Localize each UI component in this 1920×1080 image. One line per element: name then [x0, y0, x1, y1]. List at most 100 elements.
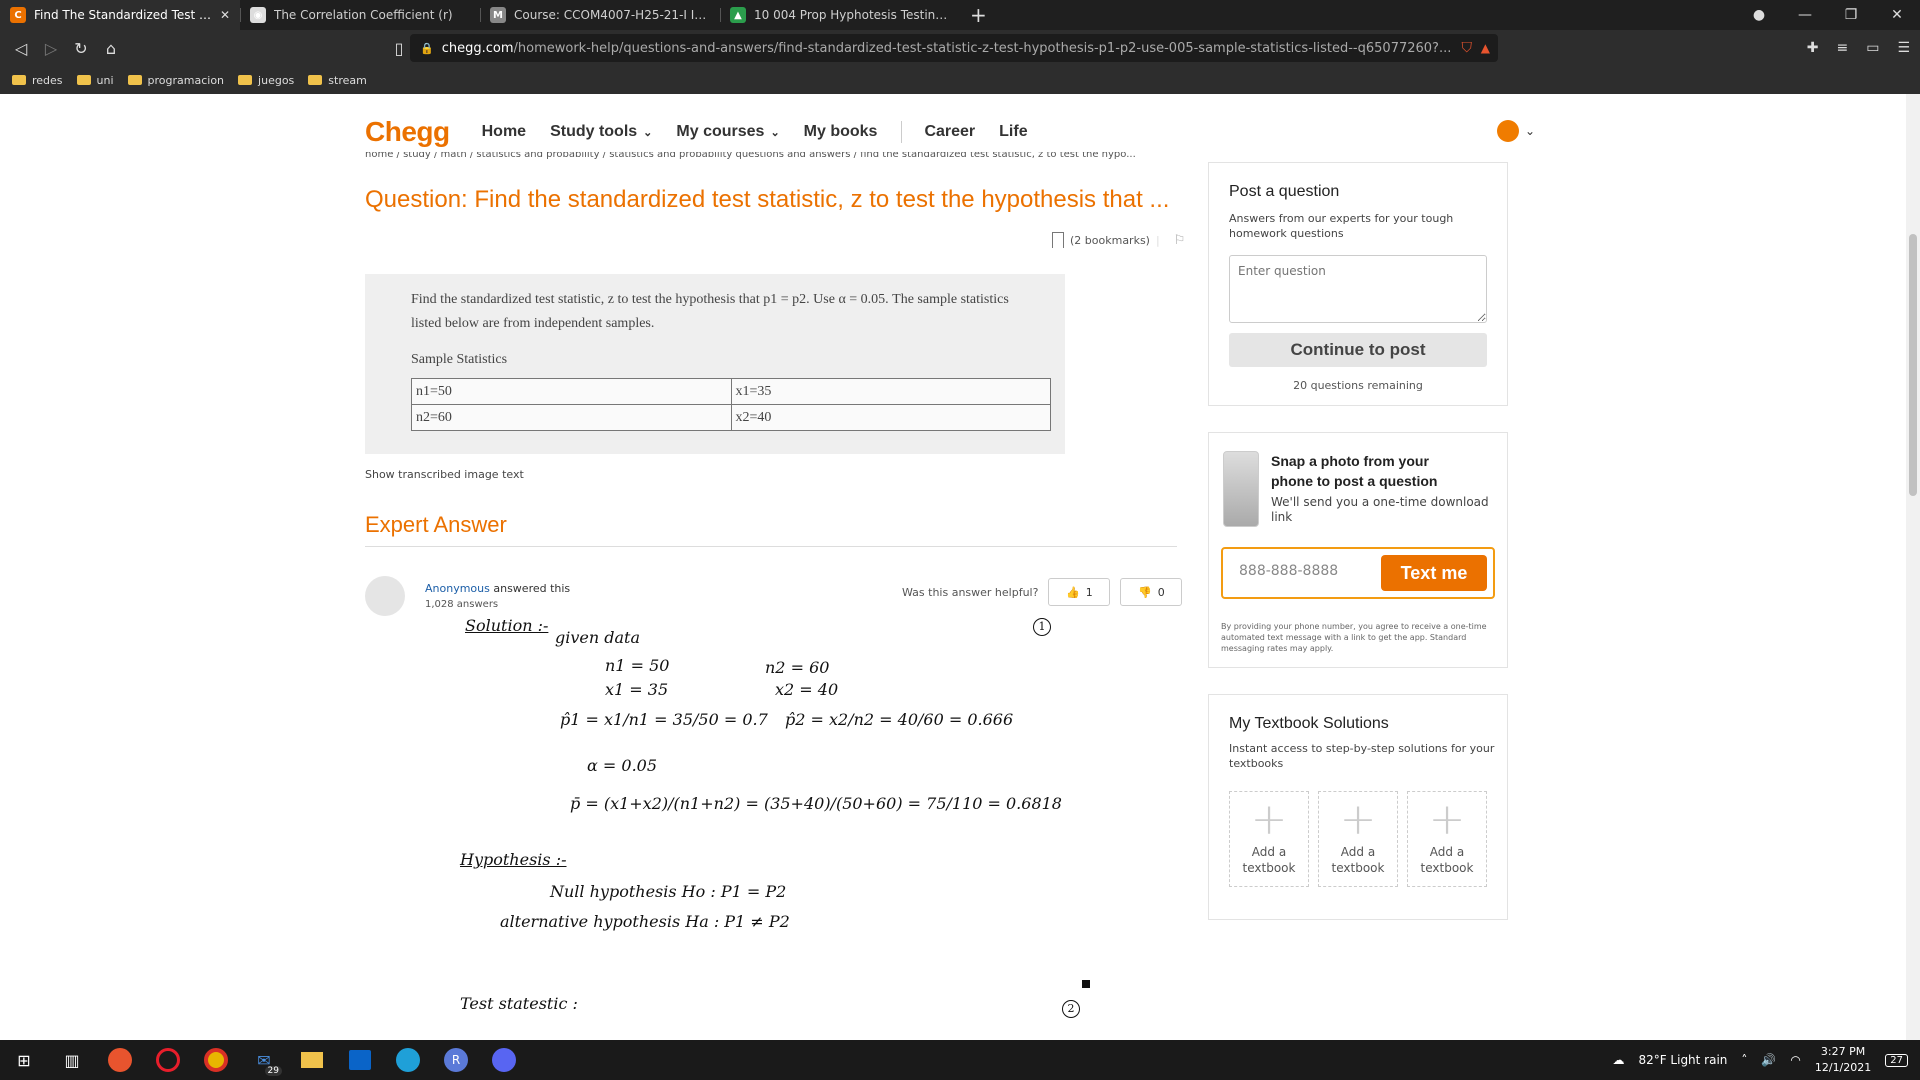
- notifications-badge[interactable]: 27: [1885, 1053, 1908, 1067]
- file-explorer-icon[interactable]: [288, 1040, 336, 1080]
- weather-text[interactable]: 82°F Light rain: [1638, 1053, 1727, 1067]
- bookmark-folder[interactable]: uni: [76, 74, 114, 87]
- folder-icon: [127, 75, 142, 85]
- show-transcribed-link[interactable]: Show transcribed image text: [365, 468, 524, 481]
- nav-link-label: Study tools: [550, 123, 638, 140]
- upvote-count: 1: [1085, 585, 1093, 599]
- downvote-count: 0: [1157, 585, 1165, 599]
- continue-to-post-button[interactable]: Continue to post: [1229, 333, 1487, 367]
- nav-link[interactable]: Home: [482, 123, 526, 141]
- url-host: chegg.com: [441, 40, 514, 56]
- answerer-name-link[interactable]: Anonymous: [425, 582, 490, 595]
- plus-icon: +: [1339, 794, 1377, 845]
- scrollbar-thumb[interactable]: [1909, 234, 1917, 496]
- profile-icon[interactable]: ●: [1736, 7, 1782, 23]
- nav-link[interactable]: Career: [924, 123, 975, 141]
- clock[interactable]: 3:27 PM 12/1/2021: [1815, 1044, 1871, 1076]
- breadcrumb[interactable]: home / study / math / statistics and pro…: [365, 152, 1175, 164]
- chegg-icon: C: [10, 7, 26, 23]
- mail-icon[interactable]: ✉ 29: [240, 1040, 288, 1080]
- clock-time: 3:27 PM: [1820, 1045, 1866, 1058]
- user-menu[interactable]: ⌄: [1496, 120, 1535, 142]
- wifi-icon[interactable]: ◠: [1790, 1053, 1800, 1067]
- expert-answer-heading: Expert Answer: [365, 512, 507, 537]
- brave-shield-icon[interactable]: ⛉: [1462, 40, 1473, 56]
- hw-hypothesis: Hypothesis :-: [460, 850, 567, 869]
- bookmark-icon[interactable]: [1052, 232, 1064, 248]
- globe-icon: ◉: [250, 7, 266, 23]
- extensions-icon[interactable]: ✚: [1807, 40, 1819, 56]
- url-path: /homework-help/questions-and-answers/fin…: [513, 40, 1452, 56]
- thumbs-up-button[interactable]: 👍 1: [1048, 578, 1111, 606]
- bookmark-label: juegos: [258, 73, 295, 87]
- hw-pooled: p̄ = (x1+x2)/(n1+n2) = (35+40)/(50+60) =…: [570, 794, 1062, 813]
- browser-toolbar: ◁ ▷ ↻ ⌂ ▯ 🔒 chegg.com/homework-help/ques…: [0, 30, 1920, 66]
- add-textbook-slot[interactable]: + Add a textbook: [1318, 791, 1398, 887]
- mark: [1082, 980, 1090, 988]
- folder-icon: [12, 75, 26, 85]
- edge-icon[interactable]: [384, 1040, 432, 1080]
- browser-tab[interactable]: M Course: CCOM4007-H25-21-I Introduc: [480, 0, 720, 30]
- browser-tab[interactable]: C Find The Standardized Test Statisti ✕: [0, 0, 240, 30]
- opera-icon[interactable]: [144, 1040, 192, 1080]
- add-textbook-slot[interactable]: + Add a textbook: [1407, 791, 1487, 887]
- brave-rewards-icon[interactable]: ▲: [1481, 41, 1490, 55]
- table-cell: n2=60: [411, 404, 732, 431]
- restore-button[interactable]: ❐: [1828, 7, 1874, 23]
- new-tab-button[interactable]: +: [970, 3, 987, 27]
- back-icon[interactable]: ◁: [6, 39, 36, 58]
- close-tab-icon[interactable]: ✕: [220, 8, 230, 22]
- table-cell: n1=50: [411, 378, 732, 405]
- clock-date: 12/1/2021: [1814, 1061, 1872, 1074]
- nav-link[interactable]: Study tools ⌄: [550, 123, 652, 141]
- page-scrollbar[interactable]: [1906, 94, 1920, 1040]
- hw-x2: x2 = 40: [775, 680, 839, 699]
- flag-icon[interactable]: ⚐: [1174, 233, 1186, 248]
- volume-icon[interactable]: 🔊: [1761, 1053, 1776, 1067]
- bookmark-folder[interactable]: juegos: [238, 74, 294, 87]
- hw-alternative: alternative hypothesis Ha : P1 ≠ P2: [500, 912, 790, 931]
- text-me-button[interactable]: Text me: [1381, 555, 1487, 591]
- brave-icon[interactable]: [96, 1040, 144, 1080]
- menu-icon[interactable]: ☰: [1897, 40, 1910, 56]
- add-textbook-slot[interactable]: + Add a textbook: [1229, 791, 1309, 887]
- avatar[interactable]: [1496, 120, 1519, 142]
- toolbar-actions: ✚ ≡ ▭ ☰: [1807, 30, 1910, 66]
- address-bar[interactable]: 🔒 chegg.com/homework-help/questions-and-…: [410, 34, 1498, 62]
- hw-null: Null hypothesis Ho : P1 = P2: [550, 882, 787, 901]
- nav-link[interactable]: Life: [999, 123, 1027, 141]
- minimize-button[interactable]: —: [1782, 7, 1828, 23]
- close-window-button[interactable]: ✕: [1874, 7, 1920, 23]
- playlist-icon[interactable]: ≡: [1836, 40, 1848, 56]
- sample-statistics-label: Sample Statistics: [411, 352, 508, 367]
- windows-start-icon[interactable]: ⊞: [0, 1040, 48, 1080]
- chegg-logo[interactable]: Chegg: [365, 116, 450, 148]
- r-app-icon[interactable]: R: [432, 1040, 480, 1080]
- task-view-icon[interactable]: ▥: [48, 1040, 96, 1080]
- nav-link[interactable]: My courses ⌄: [676, 123, 779, 141]
- reload-icon[interactable]: ↻: [66, 39, 96, 58]
- home-icon[interactable]: ⌂: [96, 39, 126, 58]
- hw-alpha: α = 0.05: [587, 756, 658, 775]
- bookmark-folder[interactable]: programacion: [127, 74, 224, 87]
- phone-number-field[interactable]: 888-888-8888 Text me: [1221, 547, 1495, 599]
- discord-icon[interactable]: [480, 1040, 528, 1080]
- outlook-icon[interactable]: [336, 1040, 384, 1080]
- browser-tab[interactable]: ▲ 10 004 Prop Hyphotesis Testing.mp4 -: [720, 0, 960, 30]
- window-controls: ● — ❐ ✕: [1736, 0, 1920, 30]
- bookmark-folder[interactable]: redes: [12, 74, 63, 87]
- bookmark-folder[interactable]: stream: [308, 74, 367, 87]
- wallet-icon[interactable]: ▭: [1866, 40, 1879, 56]
- forward-icon[interactable]: ▷: [36, 39, 66, 58]
- sample-statistics-table: n1=50 x1=35 n2=60 x2=40: [411, 378, 1051, 431]
- nav-link[interactable]: My books: [804, 123, 878, 141]
- textbook-solutions-title: My Textbook Solutions: [1229, 715, 1389, 732]
- thumbs-down-button[interactable]: 👎 0: [1120, 578, 1183, 606]
- chrome-icon[interactable]: [192, 1040, 240, 1080]
- bookmark-control[interactable]: (2 bookmarks) | ⚐: [1052, 232, 1185, 248]
- chevron-up-icon[interactable]: ˄: [1741, 1053, 1747, 1067]
- browser-tab[interactable]: ◉ The Correlation Coefficient (r): [240, 0, 480, 30]
- step-number: 1: [1033, 618, 1051, 636]
- system-tray: ☁ 82°F Light rain ˄ 🔊 ◠ 3:27 PM 12/1/202…: [1612, 1040, 1920, 1080]
- question-input[interactable]: [1229, 255, 1487, 323]
